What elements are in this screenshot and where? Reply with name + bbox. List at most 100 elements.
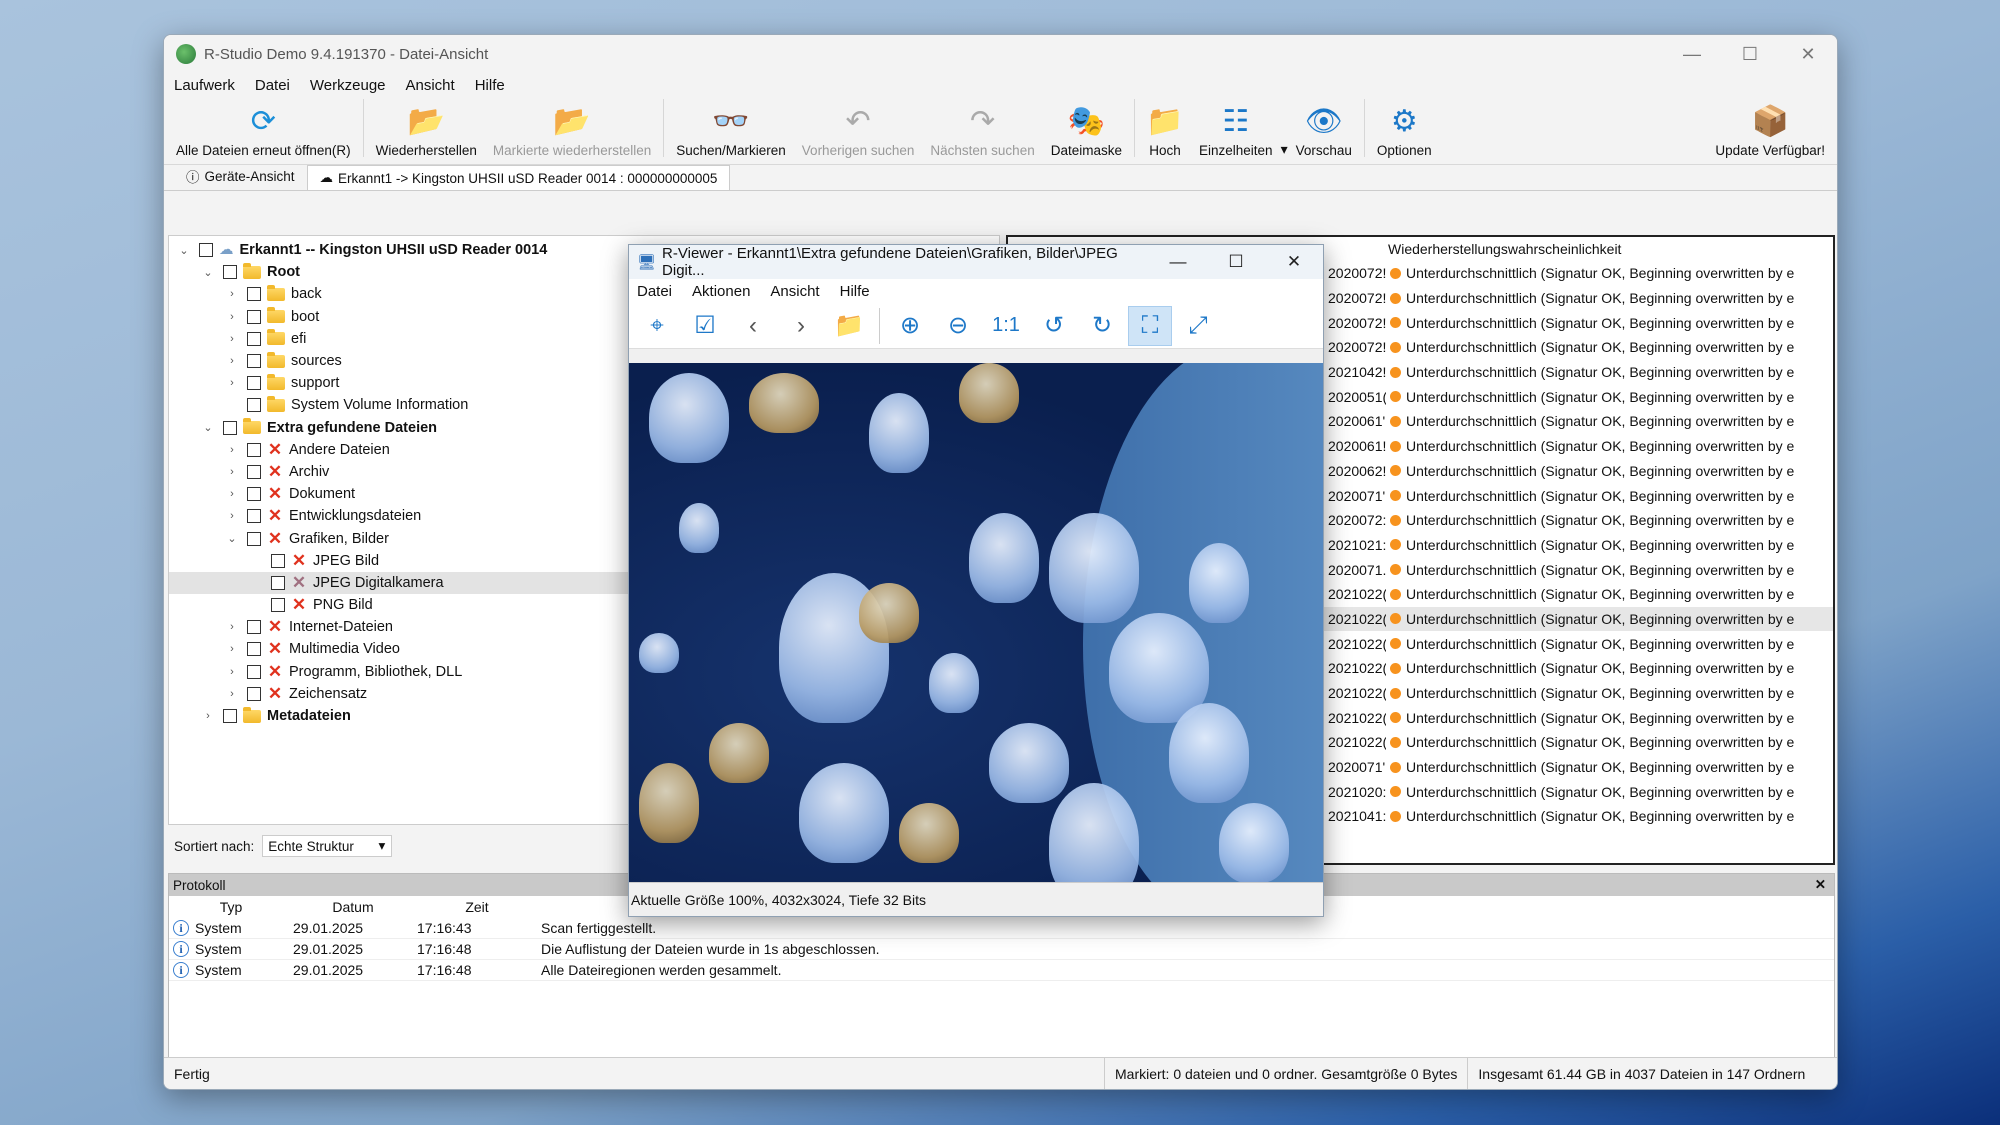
- protocol-row[interactable]: i System 29.01.2025 17:16:43 Scan fertiggest…: [169, 918, 1834, 939]
- mark-checkbox-icon[interactable]: ☑: [683, 306, 727, 346]
- zoom-out-icon[interactable]: ⊖: [936, 306, 980, 346]
- viewer-toolbar-separator: [879, 307, 880, 344]
- checkbox[interactable]: [247, 642, 261, 657]
- toolbar-button-folder-up[interactable]: 📁 Hoch: [1139, 98, 1191, 159]
- close-protocol-icon[interactable]: ✕: [1815, 877, 1826, 893]
- chevron-right-icon[interactable]: ›: [223, 666, 241, 678]
- minimize-button[interactable]: —: [1663, 35, 1721, 73]
- viewer-menu-ansicht[interactable]: Ansicht: [770, 283, 819, 300]
- folder-icon: [243, 418, 261, 435]
- toolbar-button-options[interactable]: ⚙ Optionen: [1369, 98, 1440, 159]
- menu-datei[interactable]: Datei: [255, 77, 290, 94]
- details-dropdown-icon[interactable]: ▾: [1281, 141, 1288, 158]
- chevron-right-icon[interactable]: ›: [223, 643, 241, 655]
- viewer-maximize-button[interactable]: ☐: [1207, 252, 1265, 272]
- checkbox[interactable]: [247, 398, 261, 413]
- chevron-right-icon[interactable]: ›: [223, 333, 241, 345]
- checkbox[interactable]: [247, 376, 261, 391]
- checkbox[interactable]: [247, 464, 261, 479]
- column-recovery-chance[interactable]: Wiederherstellungswahrscheinlichkeit: [1378, 241, 1621, 257]
- toolbar-button-find-next[interactable]: ↷ Nächsten suchen: [922, 98, 1042, 159]
- chevron-right-icon[interactable]: ›: [223, 311, 241, 323]
- checkbox[interactable]: [247, 354, 261, 369]
- chevron-right-icon[interactable]: ›: [223, 466, 241, 478]
- viewer-menu-aktionen[interactable]: Aktionen: [692, 283, 750, 300]
- menu-hilfe[interactable]: Hilfe: [475, 77, 505, 94]
- checkbox[interactable]: [247, 487, 261, 502]
- chevron-right-icon[interactable]: ›: [223, 444, 241, 456]
- rotate-left-icon[interactable]: ↺: [1032, 306, 1076, 346]
- chevron-right-icon[interactable]: ›: [223, 355, 241, 367]
- protocol-row[interactable]: i System 29.01.2025 17:16:48 Alle Dateiregio…: [169, 960, 1834, 981]
- toolbar-button-refresh[interactable]: ⟳ Alle Dateien erneut öffnen(R): [168, 98, 359, 159]
- checkbox[interactable]: [223, 420, 237, 435]
- protocol-row[interactable]: i System 29.01.2025 17:16:48 Die Auflistung …: [169, 939, 1834, 960]
- file-date-cell: 2020061': [1328, 413, 1386, 430]
- checkbox[interactable]: [247, 509, 261, 524]
- file-date-cell: 2021022(: [1328, 685, 1386, 702]
- viewer-minimize-button[interactable]: —: [1149, 252, 1207, 272]
- chevron-right-icon[interactable]: ›: [223, 377, 241, 389]
- chevron-down-icon[interactable]: ⌄: [175, 244, 193, 257]
- rotate-right-icon[interactable]: ↻: [1080, 306, 1124, 346]
- locate-icon[interactable]: ⌖: [635, 306, 679, 346]
- menu-laufwerk[interactable]: Laufwerk: [174, 77, 235, 94]
- previous-icon[interactable]: ‹: [731, 306, 775, 346]
- checkbox[interactable]: [271, 598, 285, 613]
- checkbox[interactable]: [247, 331, 261, 346]
- next-icon[interactable]: ›: [779, 306, 823, 346]
- recovery-chance-cell: Unterdurchschnittlich (Signatur OK, Begi…: [1406, 438, 1795, 455]
- checkbox[interactable]: [271, 575, 285, 590]
- menu-ansicht[interactable]: Ansicht: [406, 77, 455, 94]
- toolbar-button-preview[interactable]: 👁 Vorschau: [1288, 98, 1360, 159]
- chevron-right-icon[interactable]: ›: [223, 510, 241, 522]
- toolbar-label: Vorschau: [1295, 143, 1352, 158]
- maximize-button[interactable]: ☐: [1721, 35, 1779, 73]
- toolbar-button-file-mask[interactable]: 🎭 Dateimaske: [1043, 98, 1130, 159]
- toolbar-button-binoculars[interactable]: 👓 Suchen/Markieren: [668, 98, 794, 159]
- chevron-down-icon[interactable]: ⌄: [223, 532, 241, 545]
- chevron-right-icon[interactable]: ›: [199, 710, 217, 722]
- checkbox[interactable]: [247, 664, 261, 679]
- tab-1[interactable]: ☁ Erkannt1 -> Kingston UHSII uSD Reader 0…: [306, 165, 731, 190]
- close-button[interactable]: ✕: [1779, 35, 1837, 73]
- toolbar-button-details[interactable]: ☷ Einzelheiten: [1191, 98, 1281, 159]
- folder-icon: [243, 706, 261, 723]
- jellyfish-shape: [1189, 543, 1249, 623]
- fullscreen-icon[interactable]: ⤢: [1176, 306, 1220, 346]
- menu-werkzeuge[interactable]: Werkzeuge: [310, 77, 386, 94]
- toolbar-label: Vorherigen suchen: [801, 143, 915, 158]
- chevron-down-icon[interactable]: ⌄: [199, 266, 217, 279]
- chevron-right-icon[interactable]: ›: [223, 688, 241, 700]
- chevron-right-icon[interactable]: ›: [223, 288, 241, 300]
- recover-file-icon[interactable]: 📁: [827, 306, 871, 346]
- zoom-in-icon[interactable]: ⊕: [888, 306, 932, 346]
- viewer-close-button[interactable]: ✕: [1265, 252, 1323, 272]
- sort-dropdown[interactable]: Echte Struktur ▾: [262, 835, 393, 857]
- checkbox[interactable]: [247, 309, 261, 324]
- checkbox[interactable]: [271, 553, 285, 568]
- toolbar-button-recover-marked[interactable]: 📂 Markierte wiederherstellen: [485, 98, 659, 159]
- toolbar-button-find-previous[interactable]: ↶ Vorherigen suchen: [794, 98, 923, 159]
- chevron-right-icon[interactable]: ›: [223, 621, 241, 633]
- viewer-menu-hilfe[interactable]: Hilfe: [840, 283, 870, 300]
- checkbox[interactable]: [247, 287, 261, 302]
- actual-size-icon[interactable]: 1:1: [984, 306, 1028, 346]
- chevron-right-icon[interactable]: ›: [223, 488, 241, 500]
- checkbox[interactable]: [247, 442, 261, 457]
- tree-label: Grafiken, Bilder: [289, 530, 389, 547]
- viewer-menu-datei[interactable]: Datei: [637, 283, 672, 300]
- fit-window-icon[interactable]: ⛶: [1128, 305, 1172, 346]
- checkbox[interactable]: [223, 709, 237, 724]
- jellyfish-shape: [989, 723, 1069, 803]
- checkbox[interactable]: [247, 531, 261, 546]
- checkbox[interactable]: [247, 686, 261, 701]
- checkbox[interactable]: [223, 265, 237, 280]
- checkbox[interactable]: [247, 620, 261, 635]
- toolbar-button-update[interactable]: 📦 Update Verfügbar!: [1707, 98, 1833, 159]
- toolbar-button-recover[interactable]: 📂 Wiederherstellen: [368, 98, 485, 159]
- tab-0[interactable]: ⓘ Geräte-Ansicht: [174, 162, 307, 190]
- chevron-down-icon[interactable]: ⌄: [199, 421, 217, 434]
- checkbox[interactable]: [199, 243, 213, 258]
- toolbar-label: Einzelheiten: [1199, 143, 1273, 158]
